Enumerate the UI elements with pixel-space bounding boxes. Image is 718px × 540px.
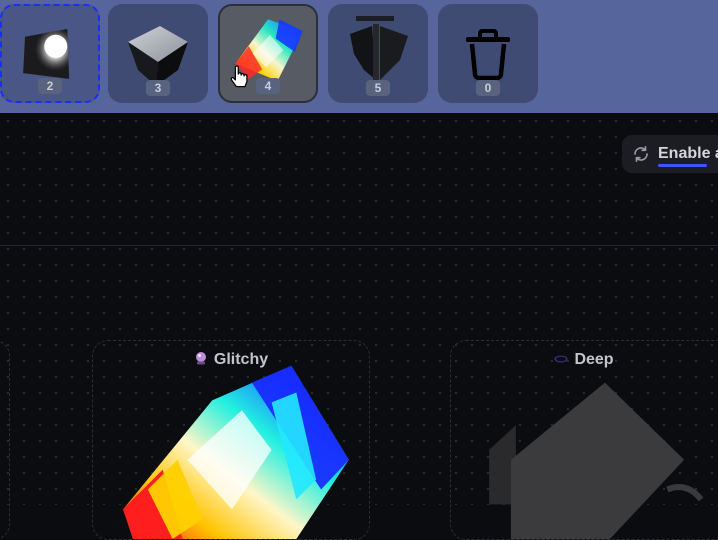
deep-cube-art [489, 382, 704, 539]
item-toolbar: 2 3 4 5 0 [0, 0, 718, 113]
slot-count: 2 [38, 78, 62, 94]
glitchy-cube-art [123, 365, 349, 539]
toolbar-slot-4[interactable]: 5 [328, 4, 428, 103]
card-title: Deep [451, 351, 718, 369]
card-title-text: Glitchy [213, 351, 269, 368]
card-title: Glitchy [93, 351, 369, 369]
toolbar-slot-1[interactable]: 2 [0, 4, 100, 103]
slot-count: 3 [146, 80, 170, 96]
toolbar-slot-3[interactable]: 4 [218, 4, 318, 103]
enable-toggle-button[interactable]: Enable a [622, 135, 718, 173]
toolbar-slot-2[interactable]: 3 [108, 4, 208, 103]
crystal-ball-icon [195, 352, 206, 365]
toggle-underline [658, 164, 707, 167]
slot-count: 5 [366, 80, 390, 96]
card-glitchy[interactable]: Glitchy [92, 340, 370, 540]
toggle-label: Enable a [658, 145, 718, 162]
card-title-text: Deep [574, 351, 614, 368]
section-divider [0, 245, 718, 246]
slot-count: 0 [476, 80, 500, 96]
slot-count: 4 [256, 78, 280, 94]
refresh-icon [634, 146, 648, 162]
card-partial-left[interactable] [0, 340, 10, 540]
toolbar-slot-5[interactable]: 0 [438, 4, 538, 103]
card-deep[interactable]: Deep [450, 340, 718, 540]
hole-icon [554, 355, 568, 363]
